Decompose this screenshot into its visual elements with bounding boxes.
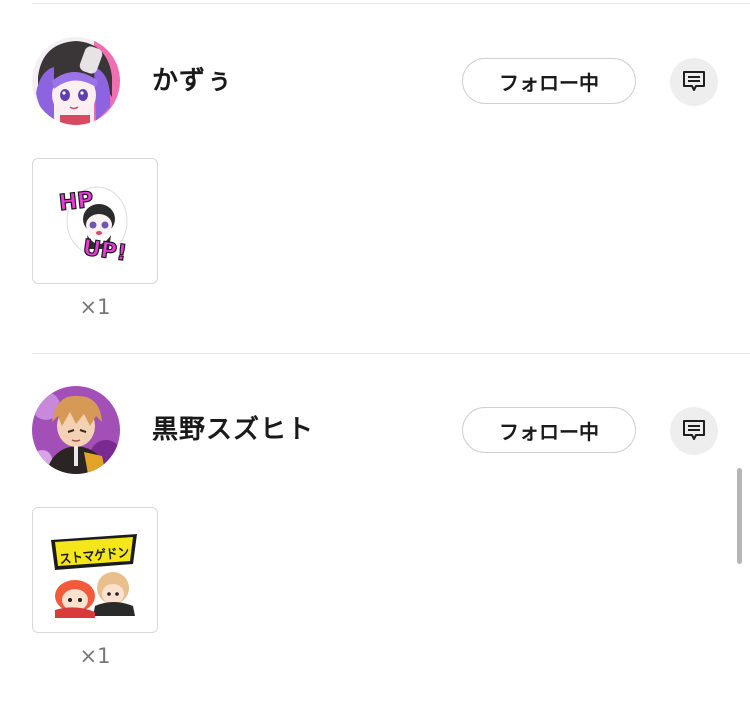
message-button[interactable] [670, 58, 718, 106]
sticker-image: ストマゲドン [51, 534, 137, 618]
avatar[interactable] [32, 386, 120, 474]
sticker-text-up: UP! [81, 236, 128, 267]
username[interactable]: 黒野スズヒト [152, 412, 314, 448]
scrollbar[interactable] [737, 468, 742, 564]
sticker-count: ×1 [79, 644, 111, 668]
sticker-text-hp: HP [58, 188, 95, 216]
username[interactable]: かずぅ [152, 63, 233, 99]
section-divider [32, 353, 750, 354]
user-entry: 黒野スズヒト フォロー中 ストマゲドン ×1 [0, 386, 750, 706]
message-button[interactable] [670, 407, 718, 455]
sticker-card[interactable]: HP UP! [32, 158, 158, 284]
user-entry: かずぅ フォロー中 HP UP! ×1 [0, 37, 750, 357]
following-button[interactable]: フォロー中 [462, 58, 636, 104]
avatar[interactable] [32, 37, 120, 125]
chat-bubble-icon [681, 69, 707, 96]
sticker-card[interactable]: ストマゲドン [32, 507, 158, 633]
sticker-image: HP UP! [57, 186, 129, 267]
top-divider [32, 3, 750, 4]
following-button[interactable]: フォロー中 [462, 407, 636, 453]
sticker-count: ×1 [79, 295, 111, 319]
chat-bubble-icon [681, 418, 707, 445]
